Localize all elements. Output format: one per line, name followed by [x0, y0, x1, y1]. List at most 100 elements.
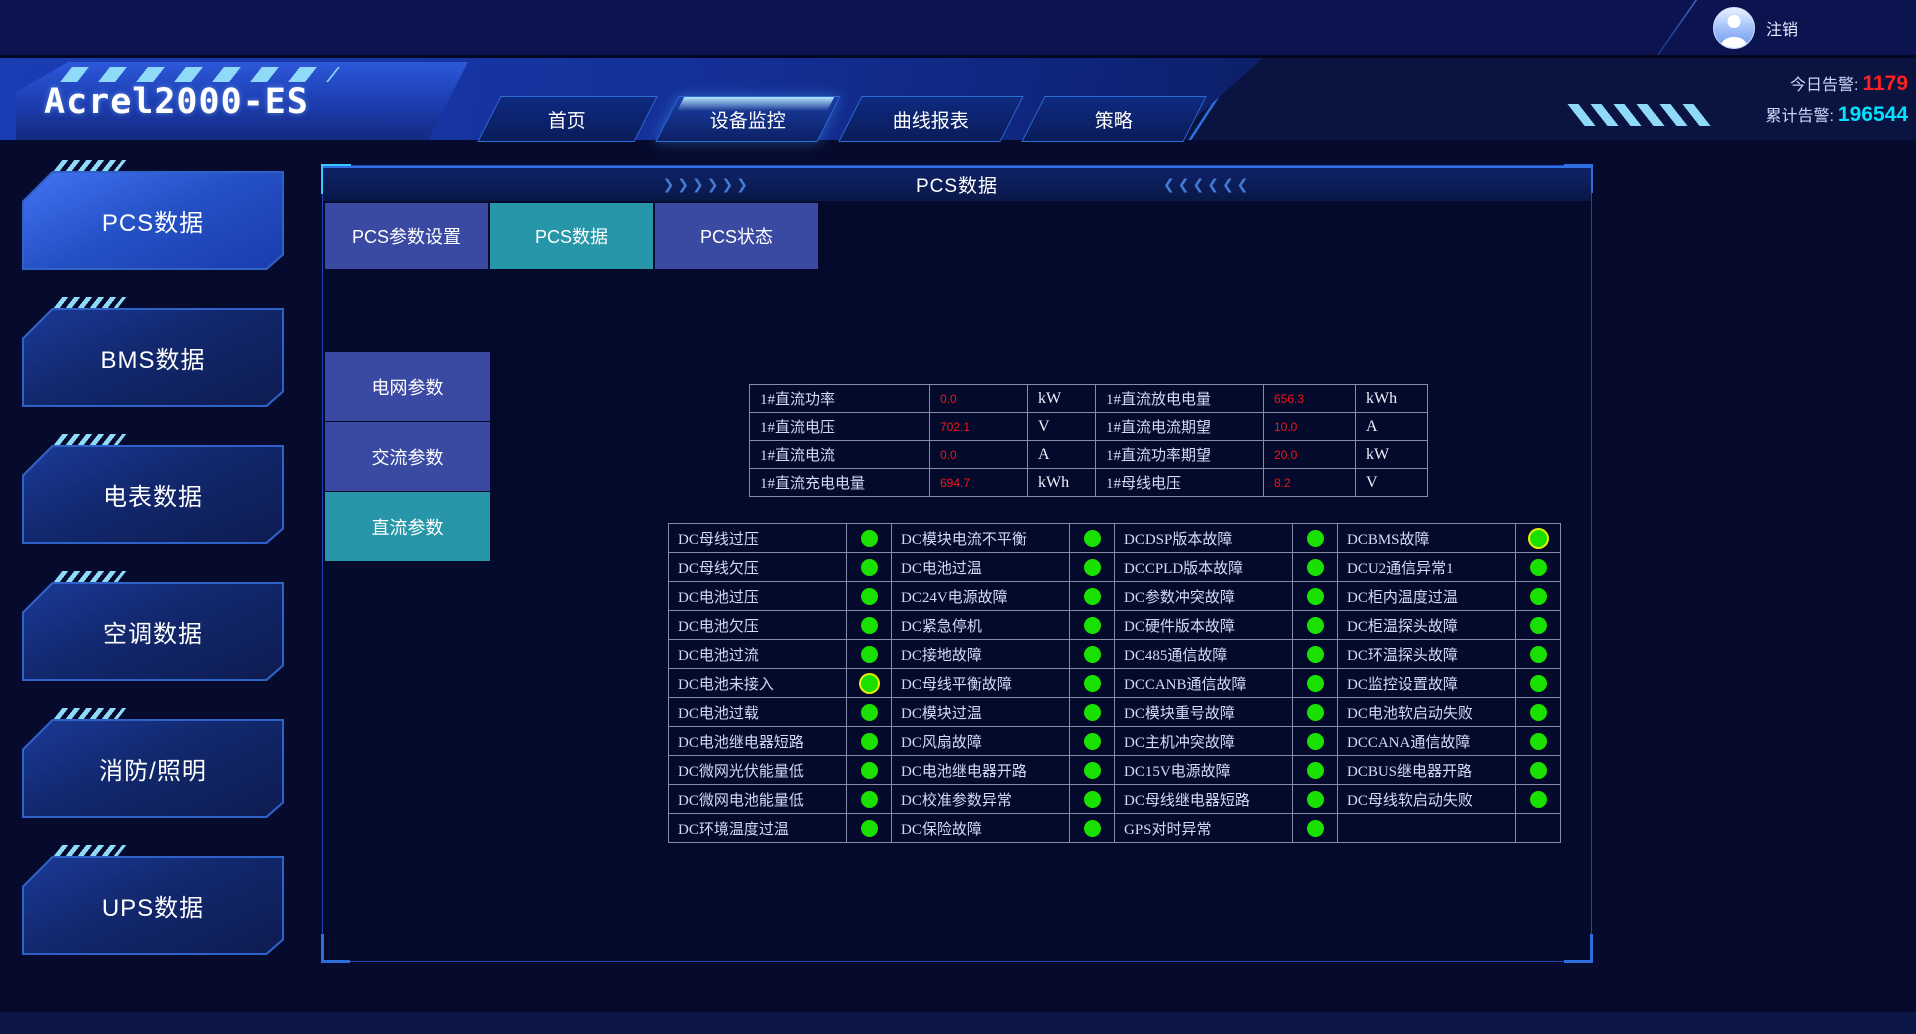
status-label: DC24V电源故障: [892, 582, 1070, 611]
user-avatar-icon: [1713, 7, 1755, 49]
status-label: DCCANA通信故障: [1338, 727, 1516, 756]
status-indicator-green-icon: [1307, 733, 1324, 750]
status-row: DC微网光伏能量低DC电池继电器开路DC15V电源故障DCBUS继电器开路: [669, 756, 1561, 785]
sidebar-item-3[interactable]: 空调数据: [22, 582, 284, 681]
hazard-stripes-icon: [54, 160, 127, 171]
sidebar-item-label: UPS数据: [102, 888, 204, 923]
status-label: GPS对时异常: [1115, 814, 1293, 843]
app-logo: Acrel2000-ES: [44, 82, 309, 122]
subtab-label: 电网参数: [372, 374, 444, 400]
sidebar-item-body: PCS数据: [24, 173, 282, 268]
logout-label: 注销: [1766, 16, 1798, 40]
subtab-label: 交流参数: [372, 444, 444, 470]
today-alarm-row: 今日告警:1179: [1765, 69, 1908, 100]
status-dot-cell: [1070, 611, 1115, 640]
subtab-2[interactable]: 直流参数: [325, 492, 490, 561]
total-alarm-count: 196544: [1838, 103, 1908, 126]
status-label: DC485通信故障: [1115, 640, 1293, 669]
nav-tab-1[interactable]: 设备监控: [655, 96, 840, 142]
nav-tab-label: 曲线报表: [893, 106, 969, 133]
sidebar-item-1[interactable]: BMS数据: [22, 308, 284, 407]
status-indicator-green-icon: [861, 617, 878, 634]
status-indicator-green-icon: [861, 559, 878, 576]
status-row: DC微网电池能量低DC校准参数异常DC母线继电器短路DC母线软启动失败: [669, 785, 1561, 814]
status-label: DC电池过温: [892, 553, 1070, 582]
measurement-lbl: 1#直流功率: [750, 385, 930, 413]
status-indicator-green-icon: [1307, 704, 1324, 721]
tab-label: PCS数据: [535, 223, 608, 249]
dc-status-table: DC母线过压DC模块电流不平衡DCDSP版本故障DCBMS故障DC母线欠压DC电…: [668, 523, 1561, 843]
sidebar-item-label: 空调数据: [103, 614, 203, 649]
status-label: DC微网电池能量低: [669, 785, 847, 814]
status-dot-cell: [1516, 669, 1561, 698]
measurement-unit: kW: [1356, 441, 1428, 469]
status-indicator-green-icon: [861, 762, 878, 779]
hazard-stripes-icon: [54, 434, 127, 445]
status-dot-cell: [1293, 582, 1338, 611]
status-dot-cell: [1516, 640, 1561, 669]
status-label: DC电池过流: [669, 640, 847, 669]
status-dot-cell: [847, 611, 892, 640]
status-indicator-green-icon: [1084, 530, 1101, 547]
tab-2[interactable]: PCS状态: [655, 203, 818, 269]
measurement-val: 656.3: [1264, 385, 1356, 413]
dc-measurements-table: 1#直流功率0.0kW1#直流放电电量656.3kWh1#直流电压702.1V1…: [749, 384, 1428, 497]
tab-1[interactable]: PCS数据: [490, 203, 653, 269]
sidebar-item-0[interactable]: PCS数据: [22, 171, 284, 270]
subtab-1[interactable]: 交流参数: [325, 422, 490, 491]
status-dot-cell: [1070, 756, 1115, 785]
subtab-0[interactable]: 电网参数: [325, 352, 490, 421]
main-nav: 首页设备监控曲线报表策略: [489, 96, 1195, 140]
sidebar-item-body: BMS数据: [24, 310, 282, 405]
header: Acrel2000-ES 首页 设备监控 曲线报表 策略 今日告警:1179 累计告警…: [0, 58, 1916, 140]
sidebar-item-5[interactable]: UPS数据: [22, 856, 284, 955]
status-dot-cell: [847, 582, 892, 611]
status-label: DC紧急停机: [892, 611, 1070, 640]
total-alarm-row: 累计告警:196544: [1765, 100, 1908, 131]
status-indicator-green-icon: [861, 646, 878, 663]
sidebar-item-4[interactable]: 消防/照明: [22, 719, 284, 818]
status-dot-cell: [1516, 785, 1561, 814]
status-dot-cell: [1293, 640, 1338, 669]
status-indicator-green-icon: [1084, 675, 1101, 692]
topbar-diagonal-divider: [1657, 0, 1698, 55]
nav-tab-0[interactable]: 首页: [477, 96, 657, 142]
status-indicator-green-icon: [861, 733, 878, 750]
status-row: DC电池过载DC模块过温DC模块重号故障DC电池软启动失败: [669, 698, 1561, 727]
nav-tab-2[interactable]: 曲线报表: [838, 96, 1023, 142]
status-dot-cell: [1293, 698, 1338, 727]
measurement-val: 702.1: [930, 413, 1028, 441]
status-dot-cell: [1516, 582, 1561, 611]
measurement-unit: kWh: [1356, 385, 1428, 413]
status-dot-cell: [1293, 553, 1338, 582]
status-indicator-green-icon: [1084, 733, 1101, 750]
nav-tab-3[interactable]: 策略: [1021, 96, 1206, 142]
status-label: DC主机冲突故障: [1115, 727, 1293, 756]
sidebar-item-2[interactable]: 电表数据: [22, 445, 284, 544]
logout-button[interactable]: 注销: [1713, 7, 1798, 49]
status-indicator-green-icon: [1307, 559, 1324, 576]
status-indicator-green-ring-icon: [1530, 530, 1547, 547]
status-indicator-green-icon: [861, 791, 878, 808]
status-row: DC电池过压DC24V电源故障DC参数冲突故障DC柜内温度过温: [669, 582, 1561, 611]
status-row: DC电池继电器短路DC风扇故障DC主机冲突故障DCCANA通信故障: [669, 727, 1561, 756]
status-dot-cell: [1070, 727, 1115, 756]
status-label: DC模块重号故障: [1115, 698, 1293, 727]
status-label: DC环境温度过温: [669, 814, 847, 843]
tab-label: PCS参数设置: [352, 223, 461, 249]
status-indicator-green-icon: [1084, 820, 1101, 837]
status-label: DC保险故障: [892, 814, 1070, 843]
sidebar-item-body: 空调数据: [24, 584, 282, 679]
measurement-unit: V: [1356, 469, 1428, 497]
tab-0[interactable]: PCS参数设置: [325, 203, 488, 269]
status-label: DC母线继电器短路: [1115, 785, 1293, 814]
status-indicator-green-icon: [1307, 820, 1324, 837]
status-indicator-green-icon: [861, 530, 878, 547]
nav-tab-label: 设备监控: [710, 106, 786, 133]
status-label: DC电池过压: [669, 582, 847, 611]
measurement-unit: A: [1356, 413, 1428, 441]
status-label: DC母线欠压: [669, 553, 847, 582]
measurement-unit: kW: [1028, 385, 1096, 413]
status-dot-cell: [847, 524, 892, 553]
measurement-lbl: 1#直流放电电量: [1096, 385, 1264, 413]
